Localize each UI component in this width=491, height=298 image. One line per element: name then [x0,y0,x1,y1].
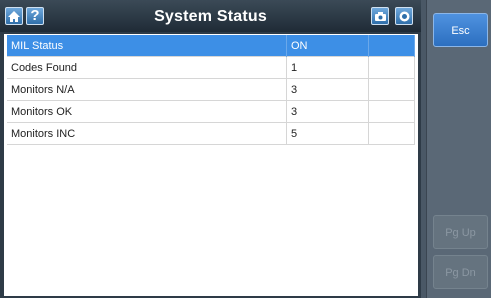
table-row[interactable]: Monitors INC 5 [7,123,415,145]
record-button[interactable] [395,7,413,25]
row-extra [369,35,415,57]
row-value: ON [287,35,369,57]
status-table: MIL Status ON Codes Found 1 Monitors N/A… [7,35,415,145]
row-extra [369,79,415,101]
row-value: 5 [287,123,369,145]
title-bar: ? System Status [0,0,421,32]
row-name: MIL Status [7,35,287,57]
record-icon [399,11,409,21]
camera-icon [374,11,386,21]
main-panel: ? System Status MIL Status ON Codes Foun… [0,0,421,298]
page-up-button[interactable]: Pg Up [433,215,488,249]
table-row[interactable]: Codes Found 1 [7,57,415,79]
row-name: Monitors N/A [7,79,287,101]
side-toolbar: Esc Pg Up Pg Dn [426,0,491,298]
table-row[interactable]: MIL Status ON [7,35,415,57]
row-extra [369,123,415,145]
row-name: Codes Found [7,57,287,79]
content-area: MIL Status ON Codes Found 1 Monitors N/A… [4,34,418,296]
page-down-button[interactable]: Pg Dn [433,255,488,289]
row-name: Monitors OK [7,101,287,123]
screenshot-button[interactable] [371,7,389,25]
row-extra [369,101,415,123]
table-row[interactable]: Monitors OK 3 [7,101,415,123]
row-value: 3 [287,101,369,123]
esc-button[interactable]: Esc [433,13,488,47]
table-row[interactable]: Monitors N/A 3 [7,79,415,101]
row-value: 3 [287,79,369,101]
row-name: Monitors INC [7,123,287,145]
row-value: 1 [287,57,369,79]
page-title: System Status [154,8,267,25]
row-extra [369,57,415,79]
